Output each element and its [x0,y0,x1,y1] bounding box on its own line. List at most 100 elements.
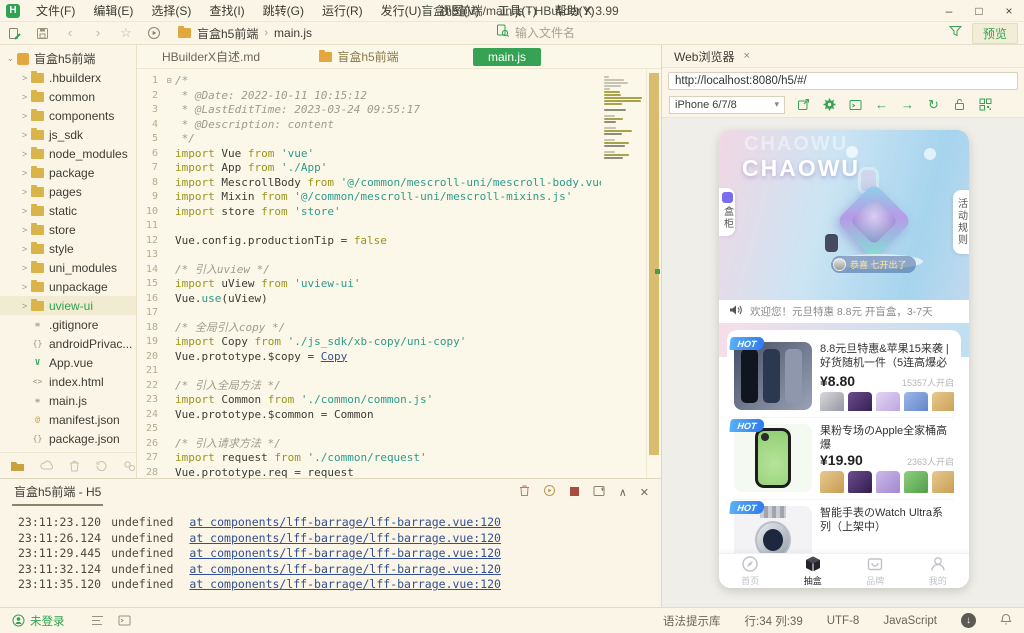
tree-item-uview-ui[interactable]: > uview-ui [0,296,136,315]
console-clear-icon[interactable] [519,484,530,502]
maximize-button[interactable]: □ [964,0,994,22]
search-input[interactable] [515,26,695,40]
code-line[interactable]: 2 * @Date: 2022-10-11 10:15:12 [137,89,661,104]
tree-item-store[interactable]: > store [0,220,136,239]
code-line[interactable]: 21 [137,364,661,379]
minimize-button[interactable]: – [934,0,964,22]
menu-item-选择-s-[interactable]: 选择(S) [142,2,200,19]
unlock-icon[interactable] [952,98,967,111]
scrollbar-thumb[interactable] [649,73,659,455]
tree-item-node-modules[interactable]: > node_modules [0,144,136,163]
devtools-icon[interactable] [848,99,863,111]
product-thumb[interactable] [820,392,844,411]
code-line[interactable]: 4 * @Description: content [137,118,661,133]
tree-item-common[interactable]: > common [0,87,136,106]
breadcrumb-file[interactable]: main.js [274,26,312,40]
product-card[interactable]: HOT 8.8元旦特惠&苹果15来袭 | 好货随机一件（5连高爆必中） ¥8.80 1… [729,336,954,418]
code-line[interactable]: 19 import Copy from './js_sdk/xb-copy/uni… [137,335,661,350]
fold-marker-icon[interactable]: ⊟ [163,74,175,89]
editor-tab-盲盒h5前端[interactable]: 盲盒h5前端 [285,45,433,69]
menu-item-编辑-e-[interactable]: 编辑(E) [84,2,142,19]
product-thumb[interactable] [848,471,872,493]
code-line[interactable]: 15 import uView from 'uview-ui' [137,277,661,292]
hero-banner[interactable]: CHAOWU CHAOWU 盒柜 活动规则 恭喜 七开出了 [719,130,969,300]
console-collapse-icon[interactable]: ∧ [619,487,627,500]
tree-item-style[interactable]: > style [0,239,136,258]
menu-item-文件-f-[interactable]: 文件(F) [27,2,84,19]
cursor-position[interactable]: 行:34 列:39 [745,613,803,629]
editor-scrollbar[interactable] [646,69,661,478]
code-line[interactable]: 20 Vue.prototype.$copy = Copy [137,350,661,365]
save-icon[interactable] [28,27,56,40]
log-source-link[interactable]: at components/lff-barrage/lff-barrage.vu… [189,546,501,560]
close-button[interactable]: × [994,0,1024,22]
code-line[interactable]: 9 import Mixin from '@/common/mescroll-un… [137,190,661,205]
code-line[interactable]: 11 [137,219,661,234]
code-line[interactable]: 25 [137,422,661,437]
code-line[interactable]: 13 [137,248,661,263]
plugins-icon[interactable] [123,460,136,472]
update-icon[interactable]: ↓ [961,613,976,628]
syntax-lib-label[interactable]: 语法提示库 [663,613,721,629]
tree-item--gitignore[interactable]: ≡ .gitignore [0,315,136,334]
bell-icon[interactable] [1000,613,1012,629]
code-line[interactable]: 10 import store from 'store' [137,205,661,220]
code-line[interactable]: 22 /* 引入全局方法 */ [137,379,661,394]
console-close-icon[interactable]: ✕ [640,487,649,500]
explorer-folder-icon[interactable] [10,460,25,472]
log-source-link[interactable]: at components/lff-barrage/lff-barrage.vu… [189,531,501,545]
outline-icon[interactable] [91,615,104,626]
tree-item-pages[interactable]: > pages [0,182,136,201]
code-line[interactable]: 8 import MescrollBody from '@/common/mesc… [137,176,661,191]
breadcrumb-project[interactable]: 盲盒h5前端 [197,25,258,42]
forward-icon[interactable]: › [84,22,112,44]
code-line[interactable]: 1 ⊟/* [137,74,661,89]
code-line[interactable]: 24 Vue.prototype.$common = Common [137,408,661,423]
tree-item-index-html[interactable]: <> index.html [0,372,136,391]
cloud-icon[interactable] [40,460,54,471]
tabbar-item-品牌[interactable]: 品牌 [844,554,907,588]
console-run-icon[interactable] [543,484,556,502]
statusbar-login[interactable]: 未登录 [12,613,65,629]
code-line[interactable]: 27 import request from './common/request' [137,451,661,466]
console-tab[interactable]: 盲盒h5前端 - H5 [12,480,104,506]
product-card[interactable]: HOT 果粉专场のApple全家桶高爆 ¥19.90 2363人开启 [729,418,954,500]
nav-forward-icon[interactable]: → [900,97,915,112]
product-thumb[interactable] [904,471,928,493]
product-thumb[interactable] [848,392,872,411]
history-icon[interactable] [95,460,108,472]
code-line[interactable]: 12 Vue.config.productionTip = false [137,234,661,249]
filter-icon[interactable] [948,24,963,42]
console-export-icon[interactable] [593,484,606,502]
code-line[interactable]: 6 import Vue from 'vue' [137,147,661,162]
tree-item-js-sdk[interactable]: > js_sdk [0,125,136,144]
editor-tab-main-js[interactable]: main.js [433,45,581,69]
tabbar-item-抽盒[interactable]: 抽盒 [782,554,845,588]
code-line[interactable]: 3 * @LastEditTime: 2023-03-24 09:55:17 [137,103,661,118]
tree-item-uni-modules[interactable]: > uni_modules [0,258,136,277]
tree-item-main-js[interactable]: ≡ main.js [0,391,136,410]
rules-tag[interactable]: 活动规则 [953,190,969,254]
code-line[interactable]: 23 import Common from './common/common.js… [137,393,661,408]
terminal-icon[interactable] [118,615,131,626]
nav-back-icon[interactable]: ← [874,97,889,112]
preview-button[interactable]: 预览 [971,22,1018,44]
settings-icon[interactable] [822,98,837,111]
tree-item-manifest-json[interactable]: @ manifest.json [0,410,136,429]
code-line[interactable]: 14 /* 引入uview */ [137,263,661,278]
tabbar-item-我的[interactable]: 我的 [907,554,970,588]
tree-item-components[interactable]: > components [0,106,136,125]
code-area[interactable]: 1 ⊟/* 2 * @Date: 2022-10-11 10:15:12 3 * @L… [137,69,661,478]
encoding-label[interactable]: UTF-8 [827,615,860,627]
tree-item-androidprivac-[interactable]: {} androidPrivac... [0,334,136,353]
back-icon[interactable]: ‹ [56,22,84,44]
new-file-icon[interactable] [0,27,28,40]
url-input[interactable] [668,72,1018,90]
tree-item-package[interactable]: > package [0,163,136,182]
device-select[interactable]: iPhone 6/7/8 ▾ [669,95,785,114]
tree-item-package-json[interactable]: {} package.json [0,429,136,448]
code-line[interactable]: 18 /* 全局引入copy */ [137,321,661,336]
editor-tab-hbuilderx自述-md[interactable]: HBuilderX自述.md [137,45,285,69]
product-thumb[interactable] [932,471,954,493]
product-thumb[interactable] [932,392,954,411]
